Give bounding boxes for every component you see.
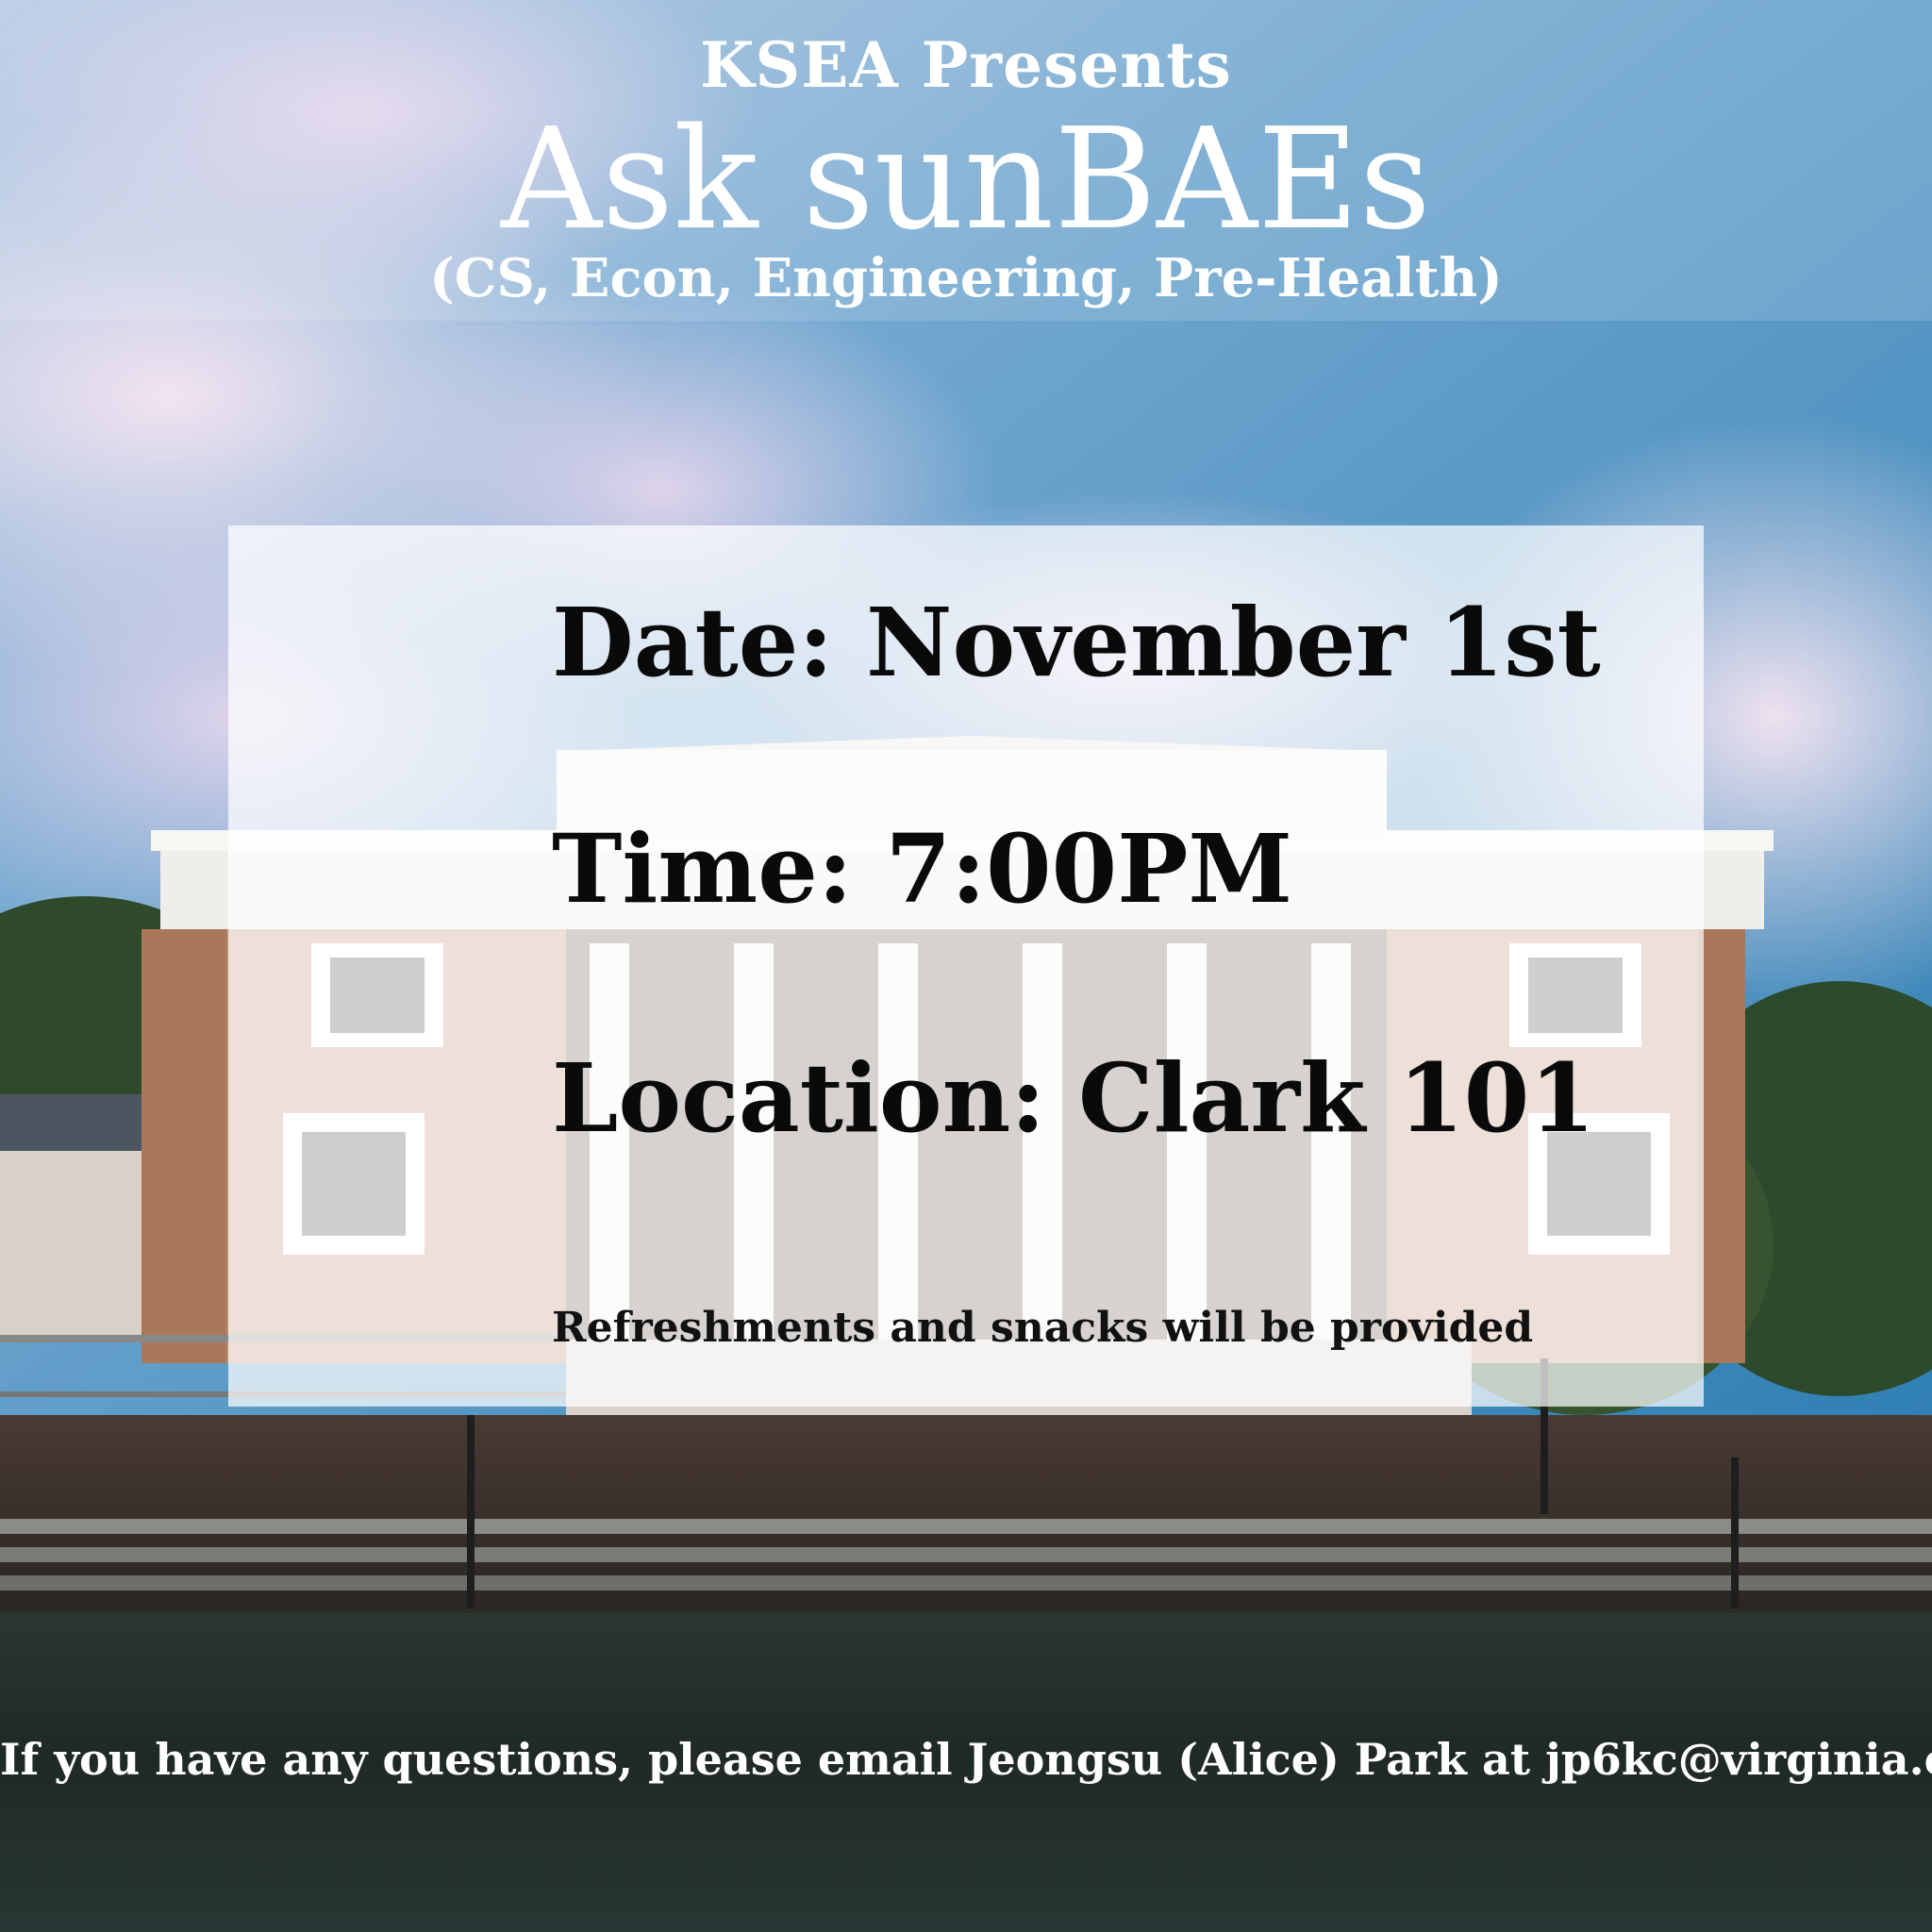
event-date: Date: November 1st: [552, 587, 1601, 698]
event-location: Location: Clark 101: [552, 1042, 1595, 1154]
event-time: Time: 7:00PM: [552, 813, 1293, 924]
presenter-line: KSEA Presents: [700, 28, 1232, 102]
event-poster: KSEA Presents Ask sunBAEs (CS, Econ, Eng…: [0, 0, 1932, 1932]
event-title: Ask sunBAEs: [501, 98, 1431, 260]
event-subtitle: (CS, Econ, Engineering, Pre-Health): [429, 247, 1503, 309]
contact-line: If you have any questions, please email …: [0, 1734, 1932, 1785]
refreshments-note: Refreshments and snacks will be provided: [552, 1304, 1534, 1352]
